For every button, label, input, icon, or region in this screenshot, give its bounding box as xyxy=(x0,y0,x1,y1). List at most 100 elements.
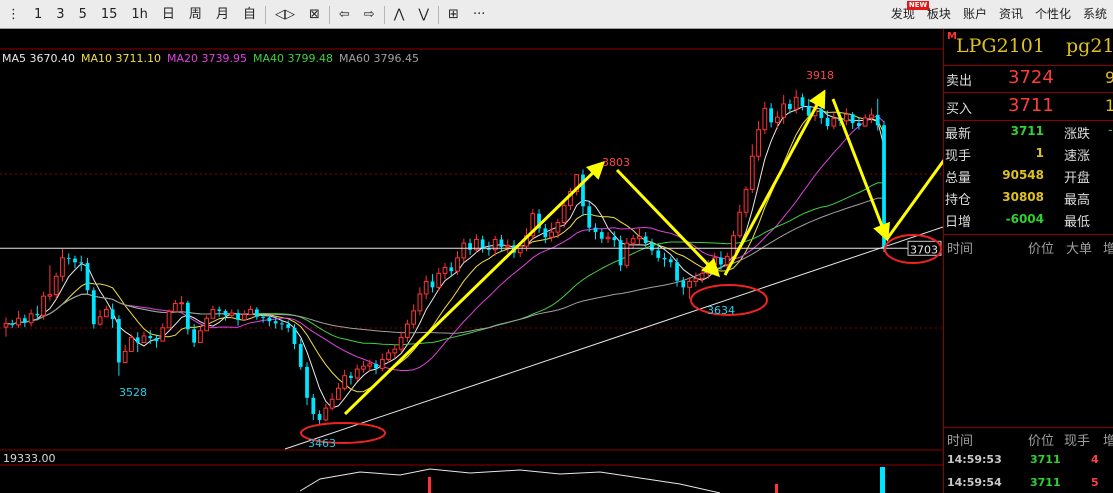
candle-body xyxy=(73,258,77,263)
quote-label: 速涨 xyxy=(1064,149,1091,164)
candle-body xyxy=(800,97,805,107)
candle-body xyxy=(681,280,686,288)
toolbar-button[interactable]: ⊠ xyxy=(302,0,327,29)
candle-body xyxy=(261,316,266,318)
candle-body xyxy=(775,116,780,123)
candle-body xyxy=(60,257,65,277)
candle-body xyxy=(311,397,316,415)
candle-body xyxy=(630,238,636,244)
toolbar-button[interactable]: 周 xyxy=(182,0,209,29)
candle-body xyxy=(3,322,9,328)
candle-body xyxy=(323,407,329,421)
candle-body xyxy=(135,337,140,343)
menu-item[interactable]: 资讯 xyxy=(993,0,1029,29)
candle-body xyxy=(374,363,378,369)
contract-name: pg21 xyxy=(1066,35,1113,57)
candle-body xyxy=(53,275,59,296)
volume-bar xyxy=(428,477,431,493)
quote-value: -6004 xyxy=(1005,212,1044,226)
toolbar-button[interactable]: 5 xyxy=(72,0,94,29)
candle-body xyxy=(379,359,385,369)
candle-body xyxy=(172,303,178,313)
candle-body xyxy=(436,272,442,288)
quote-label: 最新 xyxy=(945,127,972,142)
toolbar-button[interactable]: ⊞ xyxy=(441,0,466,29)
candle-body xyxy=(148,335,153,339)
candle-body xyxy=(254,309,259,317)
contract-code: LPG2101 xyxy=(956,35,1045,57)
candle-body xyxy=(543,228,548,238)
trade-price: 3711 xyxy=(1030,476,1061,489)
quote-value: 1 xyxy=(1035,146,1044,160)
menu-item[interactable]: 系统 xyxy=(1077,0,1113,29)
candle-body xyxy=(499,239,504,247)
candle-body xyxy=(599,232,604,239)
candle-body xyxy=(806,106,811,116)
toolbar-button[interactable]: ··· xyxy=(466,0,492,29)
candle-body xyxy=(35,313,40,316)
quote-panel: M LPG2101 pg21 卖出 3724 9 买入 3711 1 最新 371… xyxy=(943,29,1113,493)
toolbar-button[interactable]: ⋮ xyxy=(0,0,27,29)
candle-body xyxy=(769,108,773,123)
toolbar-button[interactable]: ⋁ xyxy=(411,0,436,29)
candle-body xyxy=(160,327,166,342)
annotation-arrow xyxy=(885,158,943,240)
toolbar-button[interactable]: 日 xyxy=(155,0,182,29)
candle-body xyxy=(367,363,373,367)
candle-body xyxy=(298,344,303,367)
toolbar-button[interactable]: 3 xyxy=(49,0,71,29)
candle-body xyxy=(185,302,190,330)
candle-body xyxy=(223,310,228,316)
quote-label: 最高 xyxy=(1064,193,1091,208)
candle-body xyxy=(110,309,115,319)
candle-body xyxy=(624,242,630,266)
quote-label: 日增 xyxy=(945,215,972,230)
toolbar-button[interactable]: ⇨ xyxy=(357,0,382,29)
toolbar-button[interactable]: ⋀ xyxy=(387,0,412,29)
candle-body xyxy=(47,294,53,297)
ask-label: 卖出 xyxy=(946,74,973,89)
toolbar-button[interactable]: ◁▷ xyxy=(268,0,302,29)
candle-body xyxy=(411,310,417,325)
candle-body xyxy=(875,114,880,126)
toolbar-button[interactable]: 1h xyxy=(124,0,155,29)
divider xyxy=(944,234,1113,235)
menu-item[interactable]: 发现 NEW xyxy=(885,0,930,29)
candle-body xyxy=(819,109,824,118)
quote-label: 持仓 xyxy=(945,193,972,208)
quote-label: 开盘 xyxy=(1064,171,1091,186)
candle-body xyxy=(749,155,755,190)
candle-body xyxy=(857,123,861,127)
candle-body xyxy=(831,118,837,127)
toolbar-button[interactable]: 自 xyxy=(236,0,263,29)
toolbar-button[interactable]: 1 xyxy=(27,0,49,29)
price-extreme-label: 3803 xyxy=(602,156,630,169)
candlestick-chart[interactable]: 3703 3918 3803 3528 3463 3634 19333.00 xyxy=(0,29,943,493)
candle-body xyxy=(656,250,661,258)
toolbar-button[interactable]: ⇦ xyxy=(332,0,357,29)
menu-item[interactable]: 板块 xyxy=(921,0,957,29)
candle-body xyxy=(336,387,341,400)
menu-item[interactable]: 个性化 xyxy=(1029,0,1077,29)
toolbar-button[interactable]: 月 xyxy=(209,0,236,29)
candle-body xyxy=(480,239,485,249)
candle-body xyxy=(449,267,454,272)
candle-body xyxy=(241,314,247,321)
candle-body xyxy=(354,368,360,379)
toolbar-button[interactable]: 15 xyxy=(94,0,125,29)
candle-body xyxy=(455,257,460,272)
candle-body xyxy=(204,317,210,332)
candle-body xyxy=(280,323,284,325)
candle-body xyxy=(248,308,253,316)
menu-item[interactable]: 账户 xyxy=(957,0,993,29)
candle-body xyxy=(236,313,240,320)
candle-body xyxy=(737,211,743,237)
toolbar-separator xyxy=(264,5,266,24)
candle-body xyxy=(650,243,654,251)
candle-body xyxy=(825,117,830,127)
trade-price: 3711 xyxy=(1030,453,1061,466)
bid-row: 买入 3711 1 xyxy=(944,93,1113,120)
open-interest-line xyxy=(299,468,721,493)
candle-body xyxy=(91,290,96,325)
candle-body xyxy=(349,375,353,378)
